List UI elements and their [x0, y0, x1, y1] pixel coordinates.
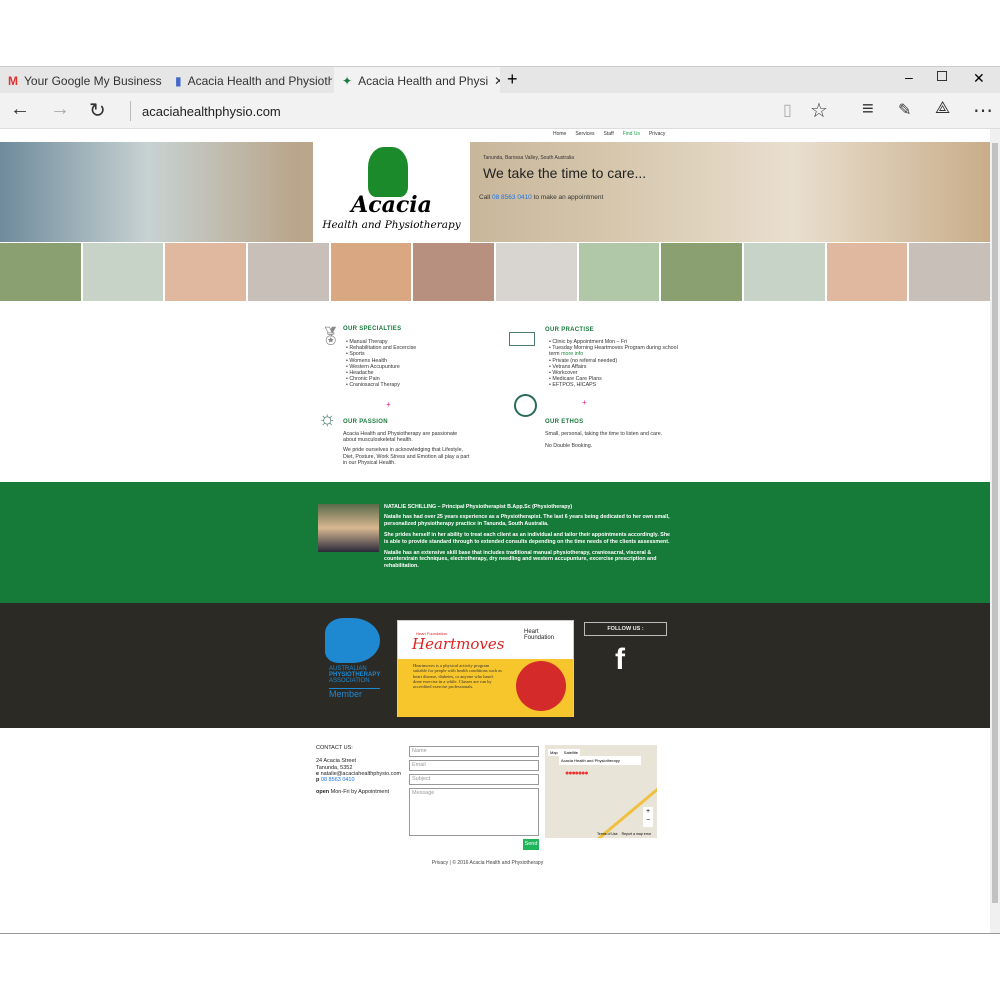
ethos-title: OUR ETHOS — [545, 419, 584, 425]
favorite-star-icon[interactable]: ☆ — [810, 98, 828, 123]
sun-icon: ☼ — [318, 408, 337, 430]
satellite-tab[interactable]: Satellite — [564, 750, 578, 755]
partners-section: AUSTRALIAN PHYSIOTHERAPY ASSOCIATION Member… — [0, 603, 990, 728]
web-page: Home Services Staff Find Us Privacy Acac… — [0, 129, 990, 933]
map-tab[interactable]: Map — [550, 750, 558, 755]
clock-icon — [514, 394, 537, 417]
map-popup: Acacia Health and Physiotherapy — [559, 756, 641, 765]
specialties-list: Manual TherapyRehabilitation and Excerci… — [346, 339, 416, 389]
more-info-link[interactable]: more info — [561, 351, 583, 357]
award-ribbon-icon: 🏅︎ — [319, 326, 342, 346]
tab-gmb[interactable]: ▮ Acacia Health and Physiothe — [167, 67, 332, 94]
map-markers[interactable]: ●●●●●●● — [565, 770, 589, 777]
send-button[interactable]: Send — [523, 839, 539, 850]
web-note-icon[interactable]: ✎ — [898, 100, 911, 120]
hero-tagline: We take the time to care... — [483, 165, 647, 181]
heartmoves-banner[interactable]: Heart Foundation Heartmoves Heart Founda… — [397, 620, 574, 717]
facebook-icon[interactable]: f — [615, 643, 625, 677]
address-bar-row: ← → ↻ acaciahealthphysio.com ▯ ☆ ≡ ✎ ⟁ ⋯ — [0, 93, 1000, 129]
plus-divider: + — [386, 400, 391, 409]
reading-view-icon[interactable]: ▯ — [783, 100, 792, 120]
site-logo[interactable]: Acacia Health and Physiotherapy — [313, 142, 470, 242]
forward-icon[interactable]: → — [50, 98, 70, 121]
phone-link[interactable]: 08 8563 0410 — [321, 777, 355, 783]
staff-section: NATALIE SCHILLING – Principal Physiother… — [0, 482, 990, 603]
photo-strip — [0, 243, 990, 301]
email-input[interactable]: Email — [409, 760, 539, 771]
nav-services[interactable]: Services — [575, 131, 594, 137]
nav-staff[interactable]: Staff — [604, 131, 614, 137]
zoom-controls[interactable]: + − — [643, 807, 653, 827]
tab-acacia-active[interactable]: ✦ Acacia Health and Physi ✕ — [334, 67, 500, 94]
passion-title: OUR PASSION — [343, 419, 388, 425]
maximize-icon[interactable] — [937, 71, 947, 81]
name-input[interactable]: Name — [409, 746, 539, 757]
refresh-icon[interactable]: ↻ — [89, 98, 106, 123]
url-field[interactable]: acaciahealthphysio.com — [142, 104, 281, 119]
more-icon[interactable]: ⋯ — [973, 98, 993, 123]
ethos-text: Small, personal, taking the time to list… — [545, 431, 663, 450]
hero-call: Call 08 8563 0410 to make an appointment — [479, 194, 604, 201]
new-tab-icon[interactable]: + — [507, 69, 518, 90]
contact-info: CONTACT US: 24 Acacia Street Tanunda, 53… — [316, 745, 402, 796]
back-icon[interactable]: ← — [10, 98, 30, 121]
nav-home[interactable]: Home — [553, 131, 566, 137]
google-my-business-icon: ▮ — [175, 73, 182, 88]
google-map[interactable]: Map Satellite Acacia Health and Physiothe… — [545, 745, 657, 838]
nav-privacy[interactable]: Privacy — [649, 131, 665, 137]
acacia-favicon: ✦ — [342, 73, 353, 88]
email-link[interactable]: natalie@acaciahealthphysio.com — [321, 771, 402, 777]
share-icon[interactable]: ⟁ — [935, 98, 950, 118]
passion-text: Acacia Health and Physiotherapy are pass… — [343, 431, 470, 466]
minimize-icon[interactable]: – — [905, 69, 913, 85]
page-scrollbar[interactable] — [990, 129, 1000, 933]
tab-bar: M Your Google My Business Pa ▮ Acacia Heal… — [0, 66, 1000, 94]
practise-title: OUR PRACTISE — [545, 327, 594, 333]
staff-bio: NATALIE SCHILLING – Principal Physiother… — [384, 504, 671, 569]
nav-find-us[interactable]: Find Us — [623, 131, 640, 137]
hero-location: Tanunda, Barossa Valley, South Australia — [483, 155, 574, 161]
footer-copyright: Privacy | © 2016 Acacia Health and Physi… — [431, 860, 544, 866]
heart-foundation-logo: Heart Foundation — [524, 629, 555, 641]
tab-gmail[interactable]: M Your Google My Business Pa — [0, 67, 165, 94]
hero-phone-link[interactable]: 08 8563 0410 — [492, 194, 532, 201]
specialties-title: OUR SPECIALTIES — [343, 326, 402, 332]
site-nav: Home Services Staff Find Us Privacy — [553, 131, 665, 137]
practise-list: Clinic by Appointment Mon – FriTuesday M… — [549, 339, 679, 389]
apa-logo[interactable] — [325, 618, 380, 663]
close-tab-icon[interactable]: ✕ — [494, 74, 500, 88]
hub-icon[interactable]: ≡ — [862, 98, 874, 121]
gmail-icon: M — [8, 73, 18, 88]
plus-divider: + — [582, 398, 587, 407]
staff-photo — [318, 504, 379, 552]
logo-figure-icon — [368, 147, 408, 197]
message-textarea[interactable]: Message — [409, 788, 539, 836]
subject-input[interactable]: Subject — [409, 774, 539, 785]
close-window-icon[interactable]: ✕ — [973, 70, 985, 87]
house-icon — [509, 332, 535, 346]
follow-us-label: FOLLOW US : — [584, 622, 667, 636]
